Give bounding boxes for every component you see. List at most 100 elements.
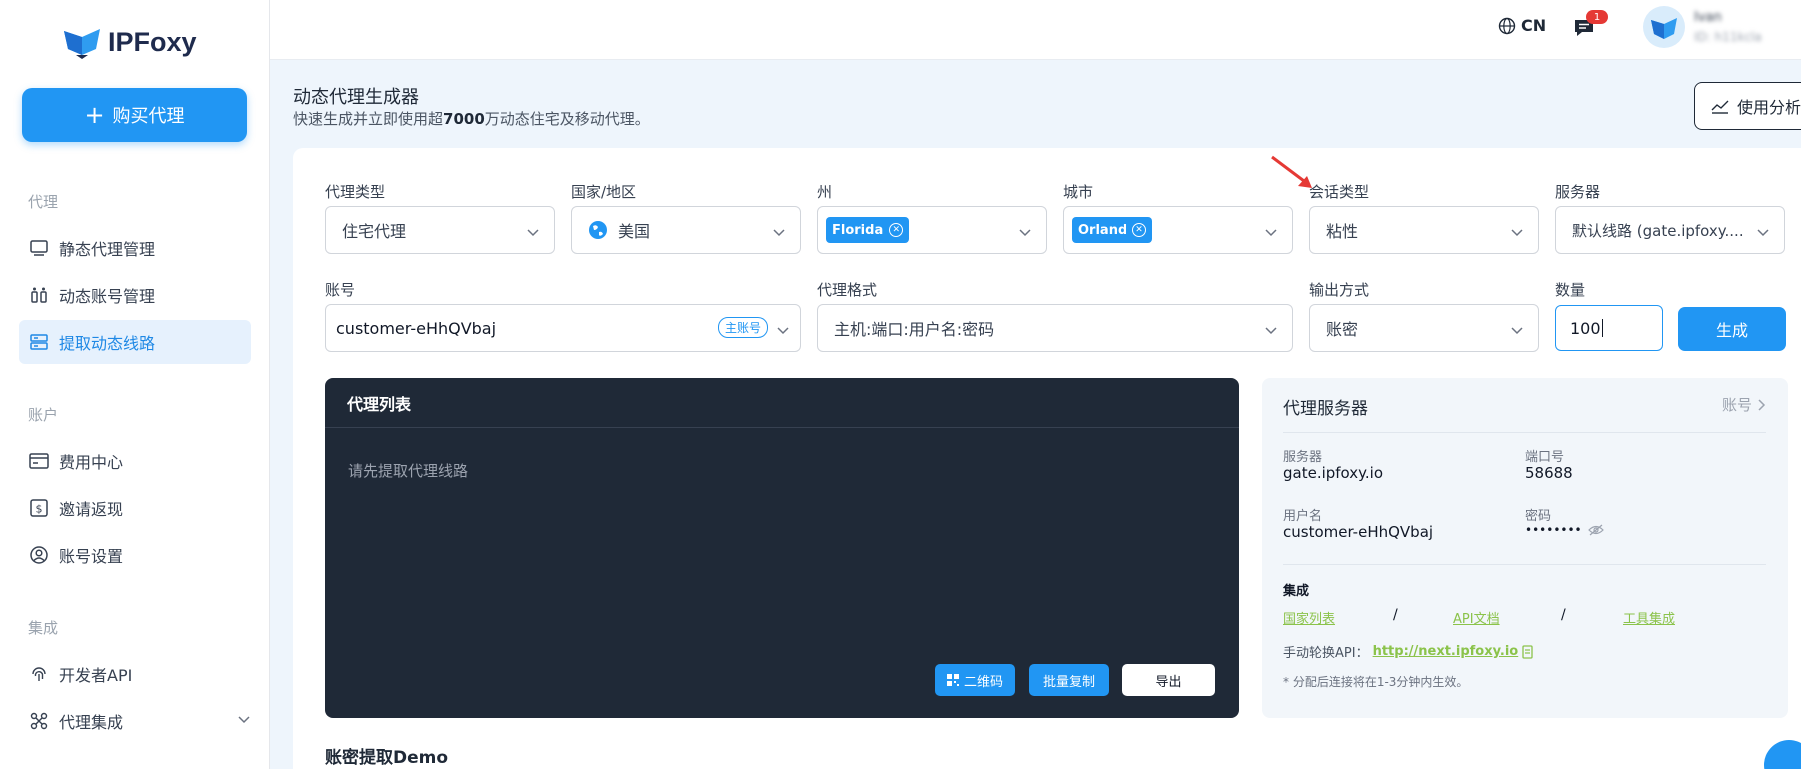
accounts-icon bbox=[29, 285, 49, 305]
dollar-icon: $ bbox=[29, 498, 49, 518]
usage-analysis-button[interactable]: 使用分析 bbox=[1694, 82, 1801, 130]
brand-name: IPFoxy bbox=[108, 26, 197, 57]
rotate-api-url[interactable]: http://next.ipfoxy.io bbox=[1373, 644, 1519, 659]
divider bbox=[1283, 432, 1766, 433]
chevron-down-icon bbox=[1018, 224, 1032, 243]
countries-list-link[interactable]: 国家列表 bbox=[1283, 608, 1335, 627]
city-chip-label: Orlando bbox=[1078, 222, 1126, 238]
demo-section-title: 账密提取Demo bbox=[325, 748, 449, 768]
session-type-label: 会话类型 bbox=[1309, 183, 1370, 201]
language-label: CN bbox=[1521, 16, 1547, 35]
format-label: 代理格式 bbox=[817, 281, 878, 299]
sidebar-item-extract-lines[interactable]: 提取动态线路 bbox=[19, 320, 251, 364]
account-link[interactable]: 账号 bbox=[1722, 394, 1766, 415]
server-field-value[interactable]: gate.ipfoxy.io bbox=[1283, 464, 1383, 482]
svg-text:$: $ bbox=[36, 503, 43, 516]
chevron-down-icon bbox=[776, 322, 790, 341]
ipfoxy-logo[interactable]: IPFoxy bbox=[62, 22, 197, 62]
sidebar-item-label: 邀请返现 bbox=[59, 500, 124, 519]
username-field-value[interactable]: customer-eHhQVbaj bbox=[1283, 523, 1433, 541]
qr-code-label: 二维码 bbox=[963, 674, 1003, 690]
proxy-type-select[interactable]: 住宅代理 bbox=[325, 206, 555, 254]
rotate-api-label: 手动轮换API： bbox=[1283, 646, 1369, 661]
output-method-select[interactable]: 账密 bbox=[1309, 304, 1539, 352]
text-cursor bbox=[1601, 319, 1603, 337]
sidebar-item-static-proxy[interactable]: 静态代理管理 bbox=[19, 226, 251, 270]
buy-proxy-button[interactable]: + 购买代理 bbox=[22, 88, 247, 142]
user-circle-icon bbox=[29, 545, 49, 565]
top-bar: CN 1 Ivan ID: h11kcla bbox=[270, 0, 1801, 60]
proxy-format-select[interactable]: 主机:端口:用户名:密码 bbox=[817, 304, 1293, 352]
quantity-input[interactable]: 100 bbox=[1555, 305, 1663, 351]
user-id: ID: h11kcla bbox=[1694, 30, 1762, 44]
password-field-value[interactable]: •••••••• bbox=[1525, 523, 1582, 537]
annotation-arrow-icon bbox=[1271, 155, 1312, 188]
tools-integration-link[interactable]: 工具集成 bbox=[1623, 608, 1675, 627]
trend-chart-icon bbox=[1711, 100, 1729, 114]
sidebar-item-account-settings[interactable]: 账号设置 bbox=[19, 533, 251, 577]
section-title-integration: 集成 bbox=[28, 619, 59, 637]
separator: / bbox=[1393, 607, 1398, 623]
batch-copy-button[interactable]: 批量复制 bbox=[1029, 664, 1109, 696]
city-chip[interactable]: Orlando ✕ bbox=[1072, 217, 1152, 243]
fingerprint-icon bbox=[29, 664, 49, 684]
session-type-value: 粘性 bbox=[1326, 222, 1359, 241]
monitor-icon bbox=[29, 238, 49, 258]
chevron-down-icon bbox=[526, 224, 540, 243]
activation-note: * 分配后连接将在1-3分钟内生效。 bbox=[1283, 675, 1469, 689]
port-field-value[interactable]: 58688 bbox=[1525, 464, 1573, 482]
main-account-tag: 主账号 bbox=[717, 317, 768, 338]
divider bbox=[1283, 564, 1766, 565]
sidebar-item-dynamic-accounts[interactable]: 动态账号管理 bbox=[19, 273, 251, 317]
server-value: 默认线路 (gate.ipfoxy.... bbox=[1572, 221, 1744, 240]
api-docs-link[interactable]: API文档 bbox=[1453, 608, 1500, 627]
qr-code-icon bbox=[946, 674, 959, 686]
state-chip[interactable]: Florida ✕ bbox=[826, 217, 910, 243]
account-select[interactable]: customer-eHhQVbaj 主账号 bbox=[325, 304, 801, 352]
account-value: customer-eHhQVbaj bbox=[336, 318, 497, 338]
server-select[interactable]: 默认线路 (gate.ipfoxy.... bbox=[1555, 206, 1785, 254]
chevron-down-icon bbox=[1756, 224, 1770, 243]
sidebar-item-proxy-integration[interactable]: 代理集成 bbox=[19, 699, 251, 743]
integration-icon bbox=[29, 711, 49, 731]
generate-button[interactable]: 生成 bbox=[1678, 307, 1786, 351]
password-field-label: 密码 bbox=[1525, 509, 1552, 524]
separator: / bbox=[1561, 607, 1566, 623]
account-link-label: 账号 bbox=[1721, 396, 1752, 414]
chevron-down-icon bbox=[1264, 322, 1278, 341]
proxy-format-value: 主机:端口:用户名:密码 bbox=[834, 320, 995, 339]
country-label: 国家/地区 bbox=[571, 183, 637, 201]
country-select[interactable]: 美国 bbox=[571, 206, 801, 254]
server-field-label: 服务器 bbox=[1283, 450, 1323, 465]
message-count-badge: 1 bbox=[1586, 10, 1608, 24]
sidebar-item-label: 费用中心 bbox=[59, 453, 124, 472]
page-title: 动态代理生成器 bbox=[293, 87, 419, 108]
qr-code-button[interactable]: 二维码 bbox=[935, 664, 1015, 696]
proxy-server-panel: 代理服务器 账号 服务器 gate.ipfoxy.io 端口号 58688 用户… bbox=[1262, 378, 1788, 718]
state-select[interactable]: Florida ✕ bbox=[817, 206, 1047, 254]
copy-icon[interactable] bbox=[1522, 644, 1534, 659]
server-list-icon bbox=[29, 332, 49, 352]
sidebar-item-label: 开发者API bbox=[59, 666, 133, 685]
eye-off-icon[interactable] bbox=[1587, 524, 1604, 536]
remove-chip-icon[interactable]: ✕ bbox=[1132, 223, 1146, 237]
page-subtitle: 快速生成并立即使用超7000万动态住宅及移动代理。 bbox=[293, 108, 650, 129]
sidebar-item-referral[interactable]: $ 邀请返现 bbox=[19, 486, 251, 530]
chevron-down-icon[interactable] bbox=[237, 711, 251, 730]
sidebar-item-billing[interactable]: 费用中心 bbox=[19, 439, 251, 483]
plus-icon: + bbox=[84, 101, 105, 129]
language-switcher[interactable]: CN bbox=[1498, 16, 1546, 35]
avatar[interactable] bbox=[1643, 6, 1685, 48]
session-type-select[interactable]: 粘性 bbox=[1309, 206, 1539, 254]
usage-analysis-label: 使用分析 bbox=[1737, 98, 1801, 117]
sidebar: IPFoxy + 购买代理 代理 静态代理管理 动态账号管理 提取动态线路 账户… bbox=[0, 0, 270, 769]
subtitle-highlight: 7000 bbox=[443, 110, 485, 128]
account-label: 账号 bbox=[325, 281, 356, 299]
sidebar-item-label: 动态账号管理 bbox=[59, 287, 156, 306]
sidebar-item-label: 账号设置 bbox=[59, 547, 124, 566]
rotate-api-row: 手动轮换API： http://next.ipfoxy.io bbox=[1283, 642, 1534, 661]
city-select[interactable]: Orlando ✕ bbox=[1063, 206, 1293, 254]
sidebar-item-developer-api[interactable]: 开发者API bbox=[19, 652, 251, 696]
remove-chip-icon[interactable]: ✕ bbox=[889, 223, 904, 237]
export-button[interactable]: 导出 bbox=[1122, 664, 1215, 696]
